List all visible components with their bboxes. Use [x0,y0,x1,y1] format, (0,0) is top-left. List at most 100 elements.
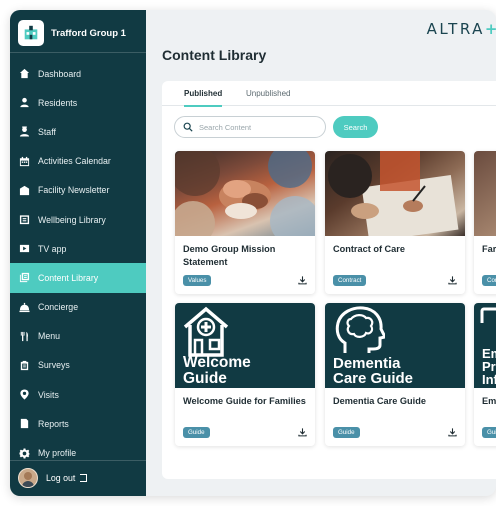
content-card[interactable]: Demo Group Mission Statement Values [175,151,315,294]
poster-text-line: Welcome [183,354,251,371]
poster-text-line: Inf [482,372,496,387]
search-button[interactable]: Search [333,116,378,138]
poster-text-line: Dementia [333,355,401,372]
card-image [325,151,465,236]
sidebar-item-label: Facility Newsletter [38,185,110,196]
card-image: Welcome Guide [175,303,315,388]
content-panel: Published Unpublished Search Content Sea… [162,81,496,479]
sidebar-item-concierge[interactable]: Concierge [10,293,146,322]
sidebar-item-content-library[interactable]: Content Library [10,263,146,293]
poster-graphic-icon [480,307,496,323]
sidebar-item-surveys[interactable]: Surveys [10,351,146,380]
sidebar-item-label: Content Library [38,272,99,283]
org-name: Trafford Group 1 [51,27,126,39]
card-image: Em Pro Inf [474,303,496,388]
download-icon[interactable] [448,427,457,437]
content-library-icon [19,272,30,283]
house-cross-icon [183,306,229,357]
card-title: Welcome Guide for Families [183,396,306,406]
tab-unpublished[interactable]: Unpublished [246,89,290,105]
sidebar-item-label: Residents [38,97,78,108]
avatar [18,468,38,488]
calendar-icon [19,156,30,167]
card-tag: Guide [183,427,210,438]
card-tag: Gui [482,427,496,438]
sidebar-item-label: Visits [38,389,59,400]
card-title: Dementia Care Guide [333,396,426,406]
download-icon[interactable] [298,427,307,437]
sidebar-item-visits[interactable]: Visits [10,380,146,409]
sidebar-item-tv-app[interactable]: TV app [10,234,146,263]
card-title: Demo Group Mission Statement [183,244,276,268]
location-pin-icon [19,389,30,400]
card-tag: Contract [333,275,367,286]
clipboard-icon [19,360,30,371]
content-card[interactable]: Em Pro Inf Em Info Gui [474,303,496,446]
sidebar-item-residents[interactable]: Residents [10,88,146,117]
sidebar-item-label: Menu [38,331,61,342]
sidebar-item-label: Activities Calendar [38,156,111,167]
sidebar-item-label: My profile [38,448,77,459]
card-tag: Guide [333,427,360,438]
page-title: Content Library [162,47,267,63]
sidebar-item-staff[interactable]: Staff [10,117,146,146]
brand-logo: ALTRA+ [427,20,496,38]
download-icon[interactable] [298,275,307,285]
gear-icon [19,447,30,459]
sidebar-item-menu[interactable]: Menu [10,322,146,351]
sidebar-item-label: Concierge [38,302,79,313]
sidebar-item-label: Wellbeing Library [38,214,106,225]
org-switcher[interactable]: Trafford Group 1 [18,19,138,47]
content-card[interactable]: Far Con [474,151,496,294]
org-logo-icon [18,20,44,46]
divider [10,52,146,53]
person-icon [19,97,30,108]
search-icon [183,122,193,132]
card-image: Dementia Care Guide [325,303,465,388]
brand-text: ALTRA [426,20,485,38]
card-image [175,151,315,236]
card-title: Contract of Care [333,244,405,254]
sidebar-item-label: Reports [38,418,69,429]
poster-text-line: Care Guide [333,370,414,387]
card-title: Em Info [482,396,496,406]
sidebar-item-activities-calendar[interactable]: Activities Calendar [10,147,146,176]
divider [10,460,146,461]
tab-published[interactable]: Published [184,89,223,107]
bell-icon [19,302,30,313]
sidebar-item-wellbeing-library[interactable]: Wellbeing Library [10,205,146,234]
newsletter-icon [19,185,30,196]
content-card[interactable]: Contract of Care Contract [325,151,465,294]
sidebar-item-label: Staff [38,126,56,137]
content-card[interactable]: Dementia Care Guide Dementia Care Guide … [325,303,465,446]
sidebar-item-my-profile[interactable]: My profile [10,438,146,467]
sidebar-item-facility-newsletter[interactable]: Facility Newsletter [10,176,146,205]
content-card[interactable]: Welcome Guide Welcome Guide for Families… [175,303,315,446]
logout-label: Log out [46,473,76,483]
sidebar-item-label: TV app [38,243,67,254]
cutlery-icon [19,331,30,342]
tab-bar: Published Unpublished [162,81,496,107]
sidebar: Trafford Group 1 Dashboard Residents Sta… [10,10,146,496]
library-icon [19,214,30,225]
sidebar-item-label: Surveys [38,360,70,371]
sidebar-nav: Dashboard Residents Staff Activities Cal… [10,59,146,468]
report-icon [19,418,30,429]
card-tag: Con [482,275,496,286]
poster-text-line: Guide [183,370,227,387]
tv-icon [19,243,30,254]
download-icon[interactable] [448,275,457,285]
sidebar-item-reports[interactable]: Reports [10,409,146,438]
card-tag: Values [183,275,212,286]
search-box [174,116,326,138]
home-icon [19,68,30,79]
card-image [474,151,496,236]
main-content: ALTRA+ Content Library Published Unpubli… [146,10,496,496]
card-title: Far [482,244,496,254]
logout-button[interactable]: Log out [18,467,88,489]
app-window: Trafford Group 1 Dashboard Residents Sta… [10,10,496,496]
staff-icon [19,126,30,138]
sidebar-item-dashboard[interactable]: Dashboard [10,59,146,88]
search-input[interactable] [199,122,319,132]
sidebar-item-label: Dashboard [38,68,82,79]
